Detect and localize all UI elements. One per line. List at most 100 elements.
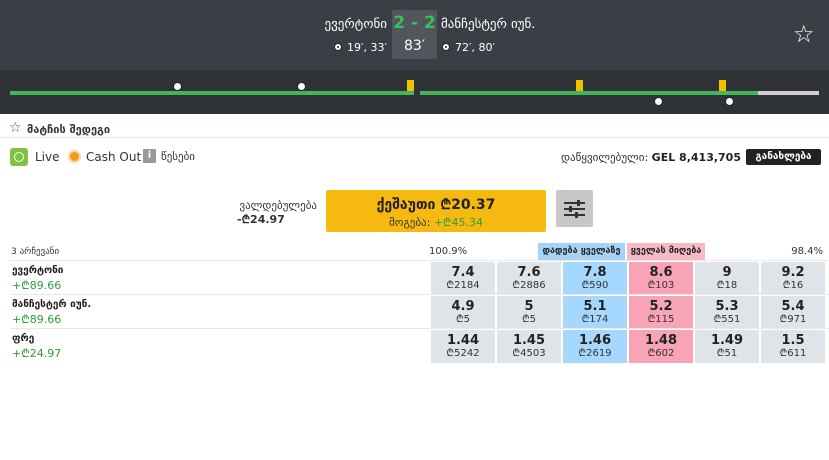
remaining-time-bar	[758, 91, 819, 95]
odds-value: 5.1	[583, 299, 607, 314]
lay-price-3-cell[interactable]: 5.4 ₾971	[761, 296, 825, 329]
back-price-3-cell[interactable]: 4.9 ₾5	[431, 296, 495, 329]
profit-line: მოგება: +₾45.34	[326, 215, 546, 230]
available-stake: ₾115	[647, 314, 675, 325]
best-back-price-cell[interactable]: 7.8 ₾590	[563, 262, 627, 295]
lay-price-3-cell[interactable]: 1.5 ₾611	[761, 330, 825, 363]
odds-value: 1.49	[710, 333, 744, 348]
refresh-button[interactable]: განახლება	[746, 149, 821, 165]
odds-value: 4.9	[451, 299, 475, 314]
available-stake: ₾971	[779, 314, 807, 325]
lay-price-2-cell[interactable]: 5.3 ₾551	[695, 296, 759, 329]
goal-event-icon	[173, 82, 182, 91]
lay-price-2-cell[interactable]: 9 ₾18	[695, 262, 759, 295]
odds-value: 8.6	[649, 265, 673, 280]
available-stake: ₾5	[455, 314, 471, 325]
goal-event-icon	[654, 97, 663, 106]
odds-value: 1.44	[446, 333, 480, 348]
profit-value: +₾45.34	[433, 216, 484, 229]
settings-button[interactable]	[556, 190, 593, 227]
star-icon[interactable]: ☆	[793, 22, 815, 46]
sliders-icon	[564, 200, 585, 218]
yellow-card-icon	[576, 80, 583, 91]
runner-name[interactable]: მანჩესტერ იუნ.	[12, 299, 91, 310]
home-goal-times: 19′, 33′	[334, 41, 387, 54]
match-minute: 83′	[404, 38, 425, 54]
away-team-name: მანჩესტერ იუნ.	[441, 17, 536, 32]
lay-percentage: 98.4%	[791, 246, 823, 257]
score: 2 - 2	[393, 13, 436, 33]
lay-all-button[interactable]: ყველას მიღება	[627, 243, 705, 260]
available-stake: ₾174	[581, 314, 609, 325]
market-title: მატჩის შედეგი	[27, 123, 111, 136]
available-stake: ₾2886	[512, 280, 546, 291]
match-timeline	[0, 70, 829, 114]
star-icon[interactable]: ☆	[9, 120, 22, 136]
odds-value: 7.4	[451, 265, 475, 280]
matched-amount: დაწყვილებული: GEL 8,413,705	[561, 151, 741, 164]
available-stake: ₾103	[647, 280, 675, 291]
cashout-label: Cash Out	[86, 150, 142, 164]
cashout-button-label: ქეშაუთი ₾20.37	[376, 197, 496, 213]
back-all-button[interactable]: დადება ყველაზე	[538, 243, 625, 260]
best-lay-price-cell[interactable]: 5.2 ₾115	[629, 296, 693, 329]
available-stake: ₾5242	[446, 348, 480, 359]
available-stake: ₾2619	[578, 348, 612, 359]
runner-name[interactable]: ფრე	[12, 333, 34, 344]
football-icon	[334, 43, 343, 51]
live-label: Live	[35, 150, 60, 164]
matched-label: დაწყვილებული:	[561, 151, 649, 164]
back-price-2-cell[interactable]: 7.6 ₾2886	[497, 262, 561, 295]
available-stake: ₾18	[716, 280, 738, 291]
match-header: ევერტონი 2 - 2 83′ მანჩესტერ იუნ. 19′, 3…	[0, 0, 829, 70]
odds-value: 5	[524, 299, 534, 314]
cashout-icon	[68, 150, 81, 163]
available-stake: ₾51	[716, 348, 738, 359]
odds-value: 9.2	[781, 265, 805, 280]
best-back-price-cell[interactable]: 5.1 ₾174	[563, 296, 627, 329]
runner-name[interactable]: ევერტონი	[12, 265, 63, 276]
second-half-bar	[420, 91, 758, 95]
liability-value: -₾24.97	[237, 213, 285, 226]
lay-price-3-cell[interactable]: 9.2 ₾16	[761, 262, 825, 295]
stopwatch-icon	[10, 148, 28, 166]
back-price-2-cell[interactable]: 5 ₾5	[497, 296, 561, 329]
away-goals-text: 72′, 80′	[455, 41, 495, 54]
odds-value: 5.2	[649, 299, 673, 314]
available-stake: ₾4503	[512, 348, 546, 359]
runner-profit-loss: +₾89.66	[12, 313, 62, 326]
lay-price-2-cell[interactable]: 1.49 ₾51	[695, 330, 759, 363]
market-title-row: ☆ მატჩის შედეგი	[0, 120, 829, 138]
available-stake: ₾5	[521, 314, 537, 325]
profit-label: მოგება:	[388, 216, 431, 229]
football-icon	[442, 43, 450, 51]
score-box: 2 - 2 83′	[392, 10, 437, 59]
runner-row: მანჩესტერ იუნ. +₾89.66 4.9 ₾5 5 ₾5 5.1 ₾174 5.2 ₾…	[10, 294, 829, 329]
best-lay-price-cell[interactable]: 1.48 ₾602	[629, 330, 693, 363]
yellow-card-icon	[719, 80, 726, 91]
back-price-2-cell[interactable]: 1.45 ₾4503	[497, 330, 561, 363]
odds-value: 7.6	[517, 265, 541, 280]
cashout-button[interactable]: ქეშაუთი ₾20.37 მოგება: +₾45.34	[326, 190, 546, 232]
back-price-3-cell[interactable]: 7.4 ₾2184	[431, 262, 495, 295]
available-stake: ₾611	[779, 348, 807, 359]
selections-count: 3 არჩევანი	[11, 247, 60, 257]
first-half-bar	[10, 91, 414, 95]
best-back-price-cell[interactable]: 1.46 ₾2619	[563, 330, 627, 363]
odds-value: 1.45	[512, 333, 546, 348]
odds-value: 7.8	[583, 265, 607, 280]
info-icon[interactable]: i	[143, 149, 156, 163]
runner-profit-loss: +₾24.97	[12, 347, 62, 360]
rules-link[interactable]: წესები	[161, 150, 195, 163]
back-percentage: 100.9%	[429, 246, 468, 257]
available-stake: ₾602	[647, 348, 675, 359]
best-lay-price-cell[interactable]: 8.6 ₾103	[629, 262, 693, 295]
odds-value: 1.48	[644, 333, 678, 348]
back-price-3-cell[interactable]: 1.44 ₾5242	[431, 330, 495, 363]
available-stake: ₾590	[581, 280, 609, 291]
odds-value: 5.4	[781, 299, 805, 314]
matched-value: GEL 8,413,705	[651, 151, 741, 164]
goal-event-icon	[297, 82, 306, 91]
available-stake: ₾551	[713, 314, 741, 325]
odds-value: 1.5	[781, 333, 805, 348]
